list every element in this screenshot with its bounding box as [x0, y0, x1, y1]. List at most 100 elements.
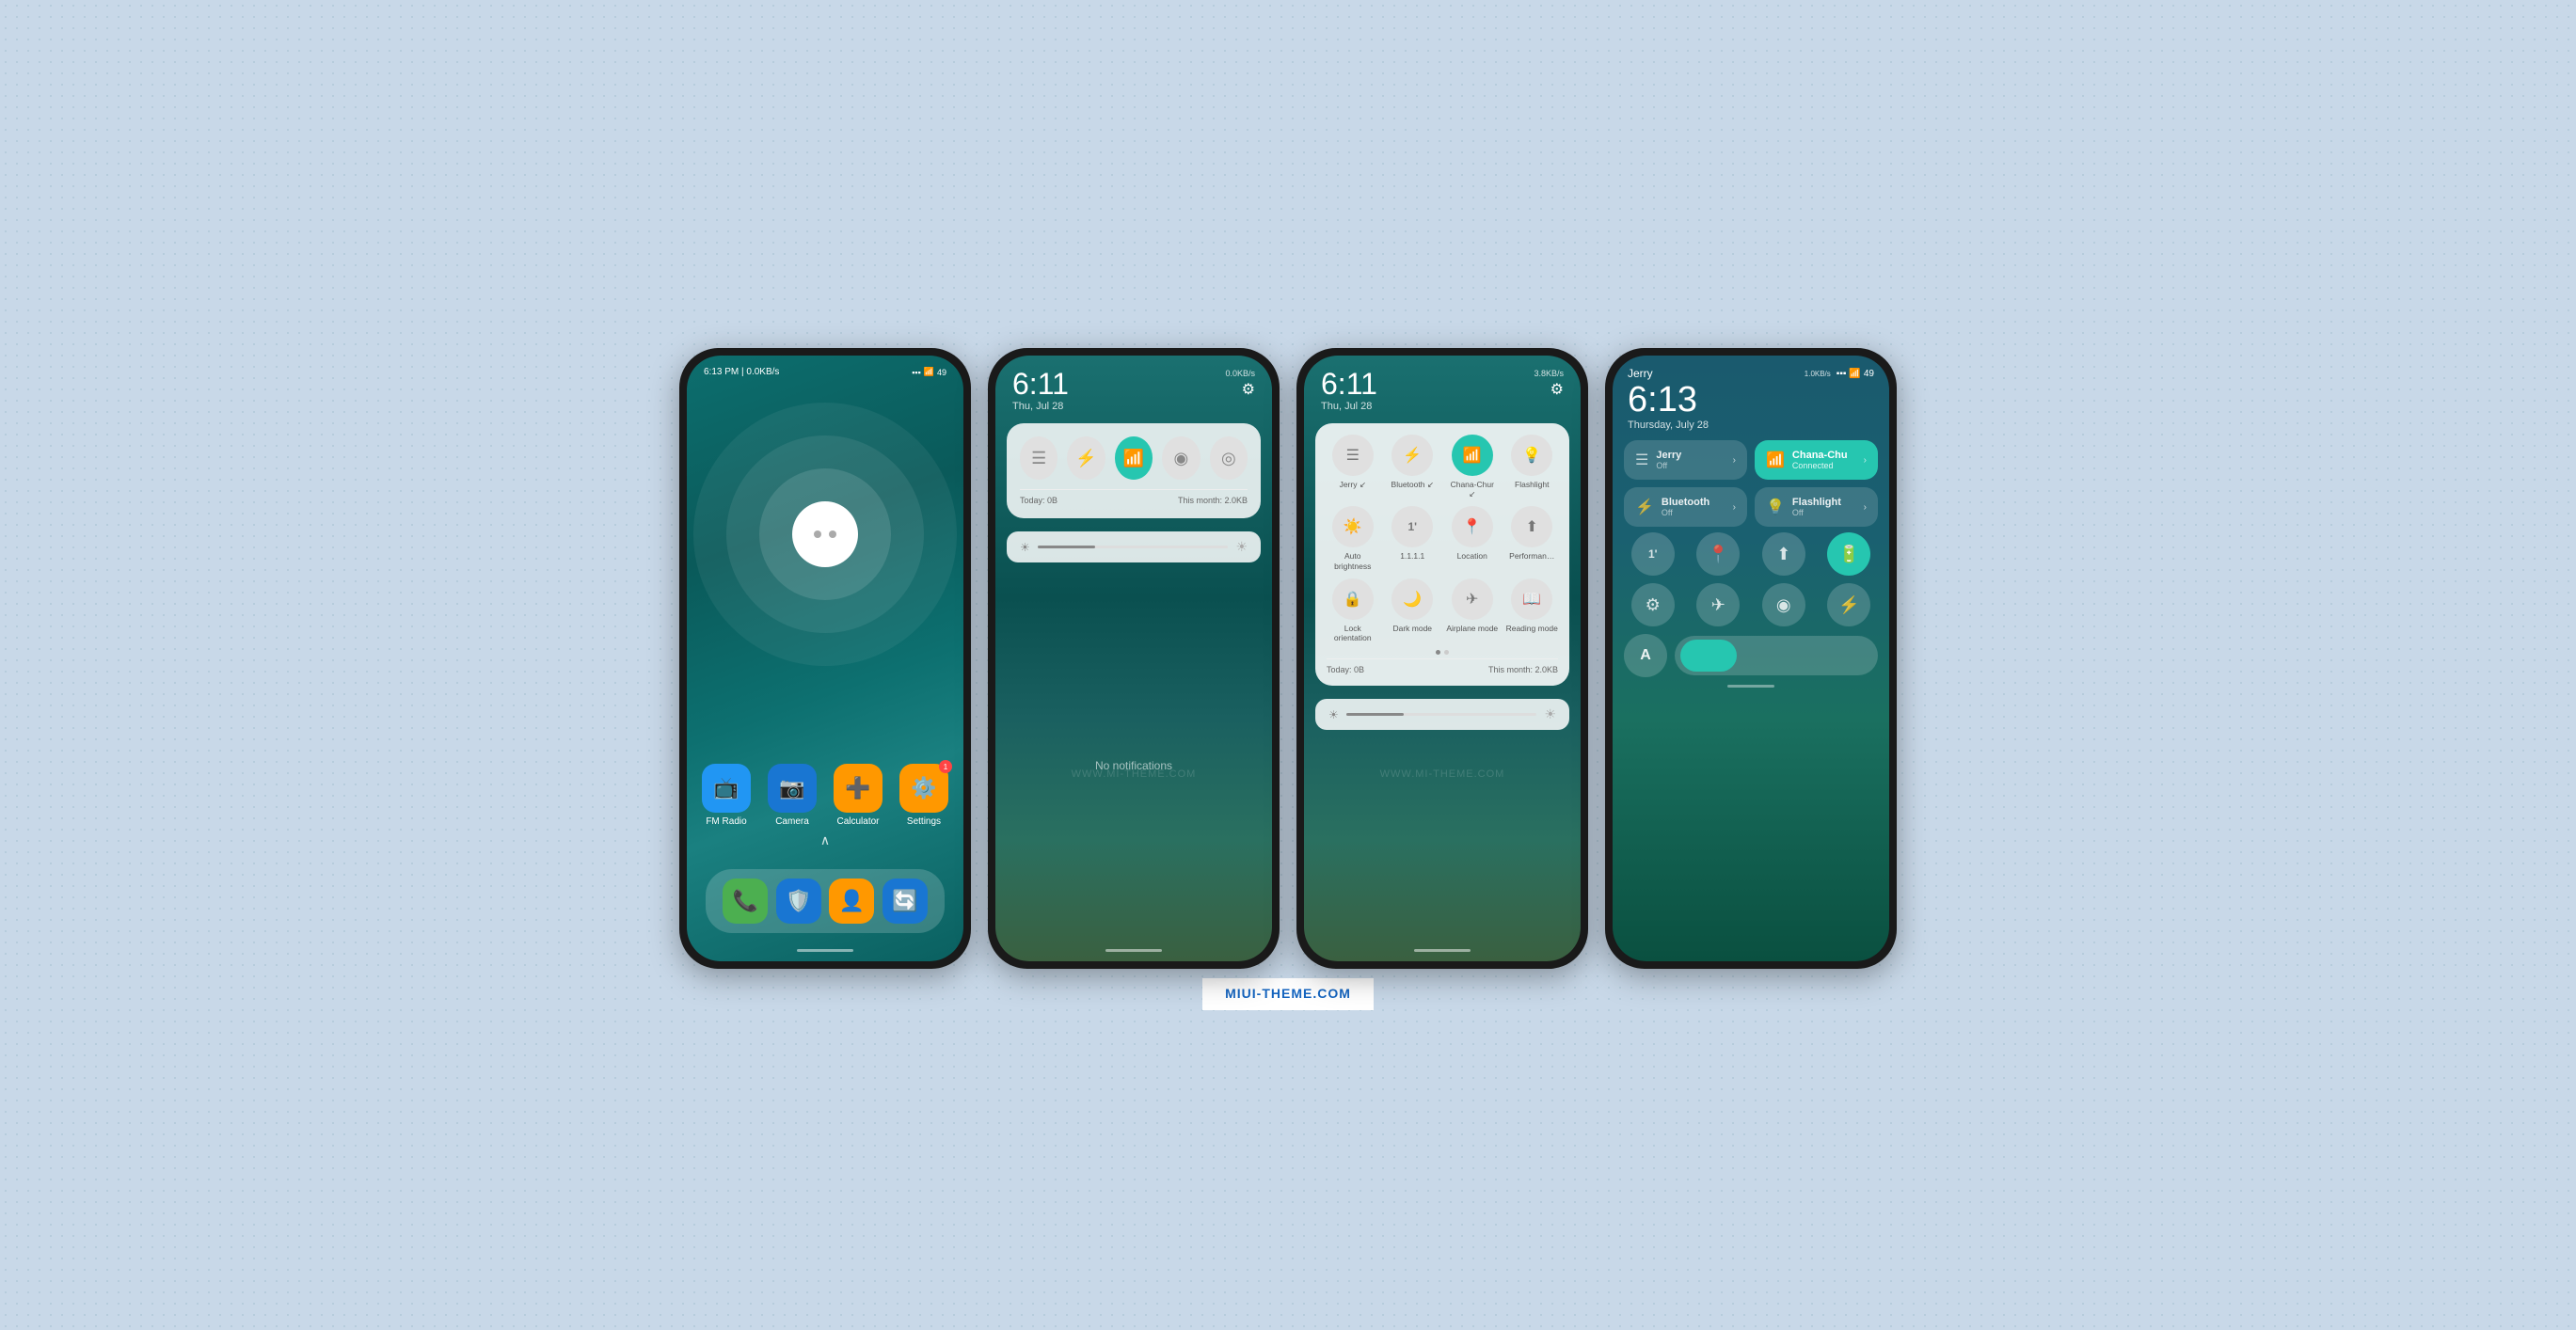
- brightness-low-icon-3: ☀: [1328, 708, 1339, 721]
- bt-tile-arrow: ›: [1733, 502, 1736, 513]
- data-info-3: Today: 0B This month: 2.0KB: [1327, 658, 1558, 674]
- location-tile-icon[interactable]: 📍: [1452, 506, 1493, 547]
- ext-tile-auto-bright[interactable]: ☀️ Auto brightness: [1327, 506, 1379, 570]
- app-fm-icon[interactable]: 📺: [702, 764, 751, 813]
- notif-date: Thu, Jul 28: [1012, 401, 1069, 412]
- cc-tile-flashlight[interactable]: 💡 Flashlight Off ›: [1755, 487, 1878, 527]
- ext-tile-airplane[interactable]: ✈ Airplane mode: [1446, 578, 1499, 642]
- cc-tile-wifi[interactable]: 📶 Chana-Chu Connected ›: [1755, 440, 1878, 480]
- cc-circle-dns[interactable]: 1': [1631, 532, 1675, 576]
- cc-circle-settings[interactable]: ⚙: [1631, 583, 1675, 626]
- settings-gear-icon-3[interactable]: ⚙: [1550, 380, 1564, 399]
- cc-toggle-thumb: [1680, 640, 1737, 672]
- cc-circle-airplane[interactable]: ✈: [1696, 583, 1740, 626]
- jerry-tile-status: Off: [1656, 461, 1681, 470]
- flash-tile-icon[interactable]: 💡: [1511, 435, 1552, 476]
- footer-link[interactable]: MIUI-THEME.COM: [1225, 986, 1351, 1001]
- cc-header: Jerry 1.0KB/s ▪▪▪ 📶 49: [1613, 356, 1889, 382]
- cc-toggle-track[interactable]: [1675, 636, 1878, 675]
- wifi-tile-name: Chana-Chu: [1792, 450, 1848, 461]
- cc-circle-location[interactable]: 📍: [1696, 532, 1740, 576]
- cc-top-right: 1.0KB/s ▪▪▪ 📶 49: [1805, 369, 1874, 379]
- autobright-label: Auto brightness: [1327, 551, 1379, 570]
- ext-tile-dark[interactable]: 🌙 Dark mode: [1387, 578, 1439, 642]
- ext-tile-jerry[interactable]: ☰ Jerry ↙: [1327, 435, 1379, 499]
- cc-circle-battery[interactable]: 🔋: [1827, 532, 1870, 576]
- dock-phone[interactable]: 📞: [723, 879, 768, 924]
- jerry-tile-name: Jerry: [1656, 450, 1681, 461]
- data-info-2: Today: 0B This month: 2.0KB: [1020, 489, 1248, 505]
- cc-tile-bluetooth[interactable]: ⚡ Bluetooth Off ›: [1624, 487, 1747, 527]
- quick-tile-data[interactable]: ◉: [1162, 436, 1200, 480]
- status-time-speed: 6:13 PM | 0.0KB/s: [704, 367, 779, 377]
- app-camera[interactable]: 📷 Camera: [768, 764, 817, 827]
- settings-gear-icon[interactable]: ⚙: [1242, 380, 1255, 399]
- app-settings-label: Settings: [907, 816, 941, 827]
- app-settings[interactable]: ⚙️ 1 Settings: [899, 764, 948, 827]
- app-calculator[interactable]: ➕ Calculator: [834, 764, 883, 827]
- ext-tile-flashlight[interactable]: 💡 Flashlight: [1506, 435, 1559, 499]
- dock-security[interactable]: 🛡️: [776, 879, 821, 924]
- cc-net-speed: 1.0KB/s: [1805, 370, 1831, 378]
- jerry-tile-icon[interactable]: ☰: [1332, 435, 1374, 476]
- circles-decoration: [693, 403, 957, 666]
- phone-2: 6:11 Thu, Jul 28 0.0KB/s ⚙ ☰ ⚡ 📶 ◉ ◎: [988, 348, 1280, 969]
- brightness-track-3[interactable]: [1346, 713, 1537, 716]
- brightness-bar-3[interactable]: ☀ ☀: [1315, 699, 1569, 730]
- reading-icon[interactable]: 📖: [1511, 578, 1552, 620]
- dark-mode-label: Dark mode: [1392, 624, 1432, 633]
- cc-circle-bolt[interactable]: ⚡: [1827, 583, 1870, 626]
- notif-date-3: Thu, Jul 28: [1321, 401, 1377, 412]
- app-settings-icon[interactable]: ⚙️ 1: [899, 764, 948, 813]
- airplane-icon[interactable]: ✈: [1452, 578, 1493, 620]
- bt-tile-icon[interactable]: ⚡: [1391, 435, 1433, 476]
- ext-tile-bluetooth[interactable]: ⚡ Bluetooth ↙: [1387, 435, 1439, 499]
- jerry-tile-glyph: ☰: [1635, 451, 1648, 469]
- brightness-bar-2[interactable]: ☀ ☀: [1007, 531, 1261, 562]
- cc-auto-button[interactable]: A: [1624, 634, 1667, 677]
- cc-tile-jerry[interactable]: ☰ Jerry Off ›: [1624, 440, 1747, 480]
- ext-tile-performance[interactable]: ⬆ Performan…: [1506, 506, 1559, 570]
- notif-time-block: 6:11 Thu, Jul 28: [1012, 369, 1069, 412]
- brightness-fill-3: [1346, 713, 1404, 716]
- app-fm-radio[interactable]: 📺 FM Radio: [702, 764, 751, 827]
- flash-tile-glyph: 💡: [1766, 498, 1785, 516]
- ext-tile-lock-orient[interactable]: 🔒 Lock orientation: [1327, 578, 1379, 642]
- status-bar-1: 6:13 PM | 0.0KB/s ▪▪▪ 📶 49: [704, 367, 946, 377]
- dock-contacts[interactable]: 👤: [829, 879, 874, 924]
- wifi-tile-glyph: 📶: [1766, 451, 1785, 469]
- ext-tile-location[interactable]: 📍 Location: [1446, 506, 1499, 570]
- brightness-high-icon-3: ☀: [1544, 706, 1556, 722]
- dns-icon[interactable]: 1': [1391, 506, 1433, 547]
- dark-mode-icon[interactable]: 🌙: [1391, 578, 1433, 620]
- cc-clock: 6:13: [1613, 382, 1889, 418]
- notif-time-block-3: 6:11 Thu, Jul 28: [1321, 369, 1377, 412]
- lock-orient-icon[interactable]: 🔒: [1332, 578, 1374, 620]
- phone-4: Jerry 1.0KB/s ▪▪▪ 📶 49 6:13 Thursday, Ju…: [1605, 348, 1897, 969]
- wifi-tile-label: Chana-Chur ↙: [1446, 480, 1499, 499]
- quick-tile-wifi[interactable]: 📶: [1115, 436, 1153, 480]
- wifi-tile-icon[interactable]: 📶: [1452, 435, 1493, 476]
- brightness-track[interactable]: [1038, 546, 1229, 548]
- bt-tile-info: Bluetooth Off: [1662, 497, 1709, 517]
- cc-circle-perf[interactable]: ⬆: [1762, 532, 1805, 576]
- autobright-icon[interactable]: ☀️: [1332, 506, 1374, 547]
- cc-circle-focus[interactable]: ◉: [1762, 583, 1805, 626]
- app-camera-icon[interactable]: 📷: [768, 764, 817, 813]
- data-today: Today: 0B: [1020, 496, 1057, 505]
- ext-tile-wifi[interactable]: 📶 Chana-Chur ↙: [1446, 435, 1499, 499]
- ext-tile-reading[interactable]: 📖 Reading mode: [1506, 578, 1559, 642]
- quick-tile-more[interactable]: ◎: [1210, 436, 1248, 480]
- dock-mirror[interactable]: 🔄: [883, 879, 928, 924]
- notif-header-3: 6:11 Thu, Jul 28 3.8KB/s ⚙: [1304, 356, 1581, 418]
- data-month-3: This month: 2.0KB: [1488, 665, 1558, 674]
- flash-tile-arrow: ›: [1864, 502, 1867, 513]
- quick-panel-3: ☰ Jerry ↙ ⚡ Bluetooth ↙ 📶 Chana-Chur ↙: [1315, 423, 1569, 686]
- perf-icon[interactable]: ⬆: [1511, 506, 1552, 547]
- app-calc-icon[interactable]: ➕: [834, 764, 883, 813]
- quick-tile-menu[interactable]: ☰: [1020, 436, 1057, 480]
- home-indicator-2: [1105, 949, 1162, 952]
- bt-tile-status: Off: [1662, 508, 1709, 517]
- ext-tile-dns[interactable]: 1' 1.1.1.1: [1387, 506, 1439, 570]
- quick-tile-bt[interactable]: ⚡: [1067, 436, 1105, 480]
